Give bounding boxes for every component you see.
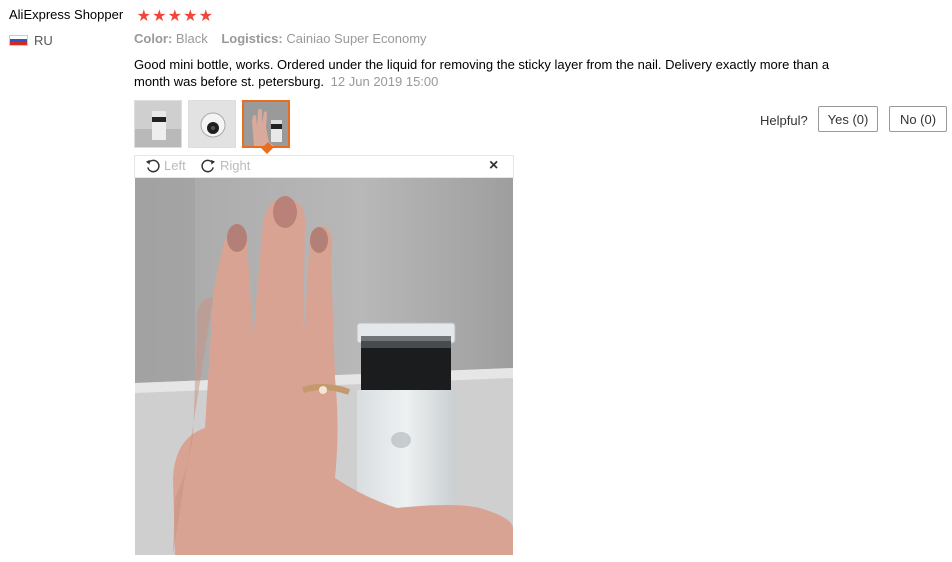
rotate-right-button[interactable]: Right — [201, 158, 250, 173]
rotate-left-label: Left — [164, 158, 186, 173]
review-photo-enlarged — [135, 178, 513, 555]
thumbnail-bottle-1[interactable] — [134, 100, 182, 148]
star-icon: ★ — [152, 8, 167, 25]
helpful-no-button[interactable]: No (0) — [889, 106, 947, 132]
star-icon: ★ — [167, 8, 182, 25]
color-value: Black — [175, 31, 208, 46]
review-date: 12 Jun 2019 15:00 — [330, 74, 439, 89]
review-text-block: Good mini bottle, works. Ordered under t… — [134, 56, 846, 90]
reviewer-country: RU — [34, 33, 53, 48]
rotate-right-label: Right — [220, 158, 251, 173]
russia-flag-icon — [9, 35, 28, 46]
thumbnail-bottle-2[interactable] — [188, 100, 236, 148]
rotate-left-icon — [145, 159, 160, 173]
image-viewer-toolbar — [134, 155, 514, 178]
bottle-thumbnail-image — [135, 101, 181, 147]
hand-with-bottle-image — [135, 178, 513, 555]
logistics-label: Logistics: — [221, 31, 283, 46]
hand-thumbnail-image — [244, 102, 288, 146]
thumbnail-hand-bottle[interactable] — [242, 100, 290, 148]
star-icon: ★ — [198, 8, 213, 25]
close-viewer-icon[interactable]: × — [489, 157, 498, 175]
helpful-yes-button[interactable]: Yes (0) — [818, 106, 878, 132]
rotate-left-button[interactable]: Left — [145, 158, 186, 173]
order-attributes: Color: Black Logistics: Cainiao Super Ec… — [134, 31, 437, 46]
review-text: Good mini bottle, works. Ordered under t… — [134, 57, 830, 89]
logistics-value: Cainiao Super Economy — [286, 31, 427, 46]
color-label: Color: — [134, 31, 173, 46]
star-icon: ★ — [183, 8, 198, 25]
rotate-right-icon — [201, 159, 216, 173]
reviewer-name: AliExpress Shopper — [9, 7, 124, 22]
helpful-label: Helpful? — [760, 113, 808, 128]
selected-thumbnail-pointer — [261, 148, 273, 154]
review-thumbnails — [134, 100, 290, 148]
rating-stars: ★ ★ ★ ★ ★ — [136, 6, 214, 26]
star-icon: ★ — [136, 8, 151, 25]
bottle-thumbnail-image — [189, 101, 235, 147]
